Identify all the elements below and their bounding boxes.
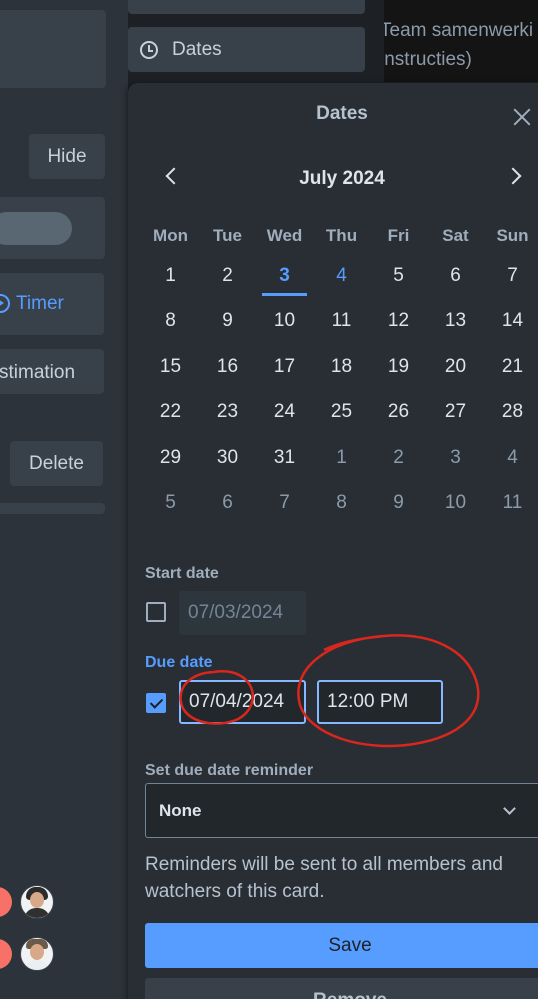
calendar-day[interactable]: 21 [484,344,538,390]
calendar-day[interactable]: 14 [484,299,538,345]
start-date-input[interactable]: 07/03/2024 [179,591,306,635]
calendar-day[interactable]: 10 [427,481,484,527]
calendar-day[interactable]: 26 [370,390,427,436]
card-description-text: Team samenwerki instructies) [384,0,538,82]
calendar-day[interactable]: 11 [484,481,538,527]
save-button[interactable]: Save [145,923,538,968]
start-date-label: Start date [145,565,219,582]
calendar-day[interactable]: 3 [427,435,484,481]
calendar-day[interactable]: 31 [256,435,313,481]
due-date-label: Due date [145,654,213,671]
member-avatar[interactable] [20,937,54,971]
calendar-day[interactable]: 2 [199,253,256,299]
calendar-day[interactable]: 4 [313,253,370,299]
calendar-day[interactable]: 5 [370,253,427,299]
calendar-day[interactable]: 9 [199,299,256,345]
calendar-day[interactable]: 17 [256,344,313,390]
calendar-day[interactable]: 8 [313,481,370,527]
start-date-checkbox[interactable] [146,602,166,622]
calendar-day[interactable]: 1 [142,253,199,299]
calendar-day[interactable]: 13 [427,299,484,345]
weekday-label: Mon [153,226,188,245]
calendar-day[interactable]: 11 [313,299,370,345]
calendar-day[interactable]: 24 [256,390,313,436]
weekday-label: Sun [496,226,529,245]
calendar-day[interactable]: 12 [370,299,427,345]
progress-track [0,212,72,245]
hide-button[interactable]: Hide [29,134,105,179]
chevron-right-icon[interactable] [504,167,522,185]
member-avatar-red[interactable] [0,939,12,969]
due-date-checkbox[interactable] [146,693,166,713]
member-avatar[interactable] [20,885,54,919]
calendar-day[interactable]: 10 [256,299,313,345]
weekday-label: Fri [387,226,410,245]
calendar-day[interactable]: 4 [484,435,538,481]
calendar-day[interactable]: 19 [370,344,427,390]
popover-title: Dates [316,103,368,124]
reminder-label: Set due date reminder [145,762,314,779]
calendar-day[interactable]: 6 [199,481,256,527]
calendar-day[interactable]: 1 [313,435,370,481]
calendar-day[interactable]: 2 [370,435,427,481]
estimation-label: stimation [0,362,76,383]
close-icon[interactable] [513,108,531,126]
delete-button[interactable]: Delete [10,441,103,486]
due-date-input[interactable]: 07/04/2024 [179,680,306,724]
weekday-label: Sat [442,226,469,245]
reminder-selected-value: None [159,800,202,820]
dates-popover: Dates July 2024 Mon Tue Wed Thu Fri Sat Sun 12… [128,83,538,999]
calendar-day[interactable]: 18 [313,344,370,390]
calendar-day[interactable]: 8 [142,299,199,345]
calendar-grid: 1 2 3 4 5 6 7 8 9 10 11 12 13 14 15 16 17 18 19 20 21 22 23 24 2… [142,253,538,526]
calendar-day[interactable]: 6 [427,253,484,299]
calendar-day[interactable]: 29 [142,435,199,481]
weekday-header: Mon Tue Wed Thu Fri Sat Sun [142,219,538,253]
timer-label: Timer [16,293,64,314]
card-detail-column: Hide Timer stimation Delete [0,0,128,999]
calendar-day[interactable]: 27 [427,390,484,436]
sidebar-button-above[interactable] [128,0,365,14]
calendar-day[interactable]: 22 [142,390,199,436]
hide-label: Hide [47,145,87,167]
calendar-day[interactable]: 7 [484,253,538,299]
dates-button[interactable]: Dates [128,27,365,72]
calendar-day[interactable]: 9 [370,481,427,527]
weekday-label: Wed [266,226,303,245]
weekday-label: Tue [213,226,242,245]
activity-divider [0,503,105,514]
calendar-day[interactable]: 23 [199,390,256,436]
remove-button[interactable]: Remove [145,978,538,999]
description-block[interactable] [0,10,106,88]
calendar-day[interactable]: 15 [142,344,199,390]
chevron-left-icon[interactable] [165,167,183,185]
reminder-select[interactable]: None [145,783,538,838]
calendar-day[interactable]: 28 [484,390,538,436]
chevron-down-icon [503,802,516,815]
weekday-label: Thu [325,226,358,245]
calendar-day[interactable]: 7 [256,481,313,527]
reminder-note: Reminders will be sent to all members an… [145,854,503,902]
month-label: July 2024 [299,168,385,189]
calendar-day[interactable]: 30 [199,435,256,481]
calendar: Mon Tue Wed Thu Fri Sat Sun 1 2 3 4 5 6 7 8 9 10 11 12 13 1… [142,219,538,526]
clock-icon [140,40,158,59]
member-avatar-red[interactable] [0,887,12,917]
calendar-day[interactable]: 25 [313,390,370,436]
due-time-input[interactable]: 12:00 PM [317,680,443,724]
calendar-day[interactable]: 5 [142,481,199,527]
calendar-day[interactable]: 16 [199,344,256,390]
calendar-day[interactable]: 20 [427,344,484,390]
calendar-day[interactable]: 3 [256,253,313,299]
dates-button-label: Dates [172,38,222,60]
delete-label: Delete [29,452,84,474]
